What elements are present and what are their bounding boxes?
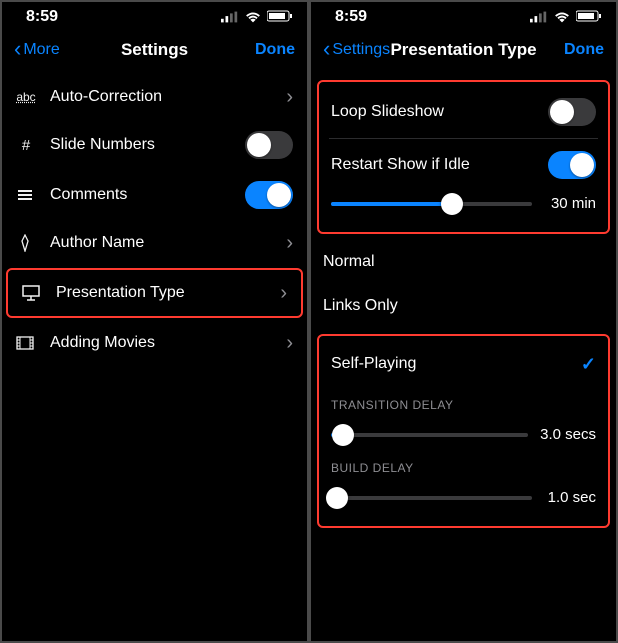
hash-icon: # — [16, 137, 36, 154]
type-normal[interactable]: Normal — [311, 240, 616, 284]
presentation-type-screen: 8:59 ‹ Settings Presentation Type Done L… — [311, 2, 616, 641]
row-label: Normal — [323, 253, 604, 271]
type-self-playing[interactable]: Self-Playing ✓ — [329, 344, 598, 388]
status-indicators — [530, 8, 602, 26]
transition-delay-label: TRANSITION DELAY — [329, 388, 598, 418]
row-auto-correction[interactable]: abc Auto-Correction › — [2, 74, 307, 120]
comments-icon — [16, 186, 36, 204]
row-label: Restart Show if Idle — [331, 156, 548, 174]
status-bar: 8:59 — [311, 2, 616, 30]
comments-toggle[interactable] — [245, 181, 293, 209]
restart-delay-slider-row: 30 min — [329, 187, 598, 220]
row-label: Auto-Correction — [50, 88, 272, 106]
row-label: Author Name — [50, 234, 272, 252]
transition-delay-value: 3.0 secs — [540, 426, 596, 443]
row-label: Adding Movies — [50, 334, 272, 352]
transition-delay-slider[interactable] — [331, 433, 528, 437]
back-button[interactable]: ‹ Settings — [323, 40, 390, 60]
chevron-left-icon: ‹ — [323, 38, 330, 60]
settings-list: abc Auto-Correction › # Slide Numbers Co… — [2, 74, 307, 366]
row-slide-numbers[interactable]: # Slide Numbers — [2, 120, 307, 170]
row-presentation-type[interactable]: Presentation Type › — [8, 270, 301, 316]
row-restart-idle[interactable]: Restart Show if Idle — [329, 143, 598, 187]
done-button[interactable]: Done — [564, 41, 604, 59]
transition-delay-slider-row: 3.0 secs — [329, 418, 598, 451]
signal-icon — [530, 8, 548, 26]
battery-icon — [267, 10, 293, 25]
settings-screen: 8:59 ‹ More Settings Done abc Auto-Corre… — [2, 2, 307, 641]
chevron-right-icon: › — [286, 333, 293, 353]
slide-numbers-toggle[interactable] — [245, 131, 293, 159]
signal-icon — [221, 8, 239, 26]
clock: 8:59 — [26, 8, 58, 26]
row-label: Loop Slideshow — [331, 103, 548, 121]
restart-idle-toggle[interactable] — [548, 151, 596, 179]
row-label: Slide Numbers — [50, 136, 231, 154]
build-delay-slider-row: 1.0 sec — [329, 481, 598, 514]
chevron-left-icon: ‹ — [14, 38, 21, 60]
row-label: Links Only — [323, 297, 604, 315]
battery-icon — [576, 10, 602, 25]
build-delay-label: BUILD DELAY — [329, 451, 598, 481]
restart-delay-slider[interactable] — [331, 202, 532, 206]
film-icon — [16, 334, 36, 352]
highlight-loop-restart: Loop Slideshow Restart Show if Idle 30 m… — [317, 80, 610, 234]
pen-icon — [16, 234, 36, 252]
row-comments[interactable]: Comments — [2, 170, 307, 220]
nav-bar: ‹ Settings Presentation Type Done — [311, 30, 616, 74]
abc-icon: abc — [16, 90, 36, 104]
nav-bar: ‹ More Settings Done — [2, 30, 307, 74]
back-label: More — [23, 41, 59, 59]
wifi-icon — [553, 8, 571, 26]
chevron-right-icon: › — [286, 233, 293, 253]
presentation-icon — [22, 284, 42, 302]
build-delay-slider[interactable] — [331, 496, 532, 500]
checkmark-icon: ✓ — [581, 354, 596, 375]
loop-toggle[interactable] — [548, 98, 596, 126]
highlight-presentation-type: Presentation Type › — [6, 268, 303, 318]
row-loop-slideshow[interactable]: Loop Slideshow — [329, 90, 598, 134]
row-label: Comments — [50, 186, 231, 204]
status-bar: 8:59 — [2, 2, 307, 30]
row-label: Presentation Type — [56, 284, 266, 302]
highlight-self-playing: Self-Playing ✓ TRANSITION DELAY 3.0 secs… — [317, 334, 610, 528]
status-indicators — [221, 8, 293, 26]
back-label: Settings — [332, 41, 390, 59]
done-button[interactable]: Done — [255, 41, 295, 59]
chevron-right-icon: › — [286, 87, 293, 107]
row-label: Self-Playing — [331, 355, 581, 373]
build-delay-value: 1.0 sec — [544, 489, 596, 506]
type-links-only[interactable]: Links Only — [311, 284, 616, 328]
wifi-icon — [244, 8, 262, 26]
clock: 8:59 — [335, 8, 367, 26]
back-button[interactable]: ‹ More — [14, 40, 60, 60]
chevron-right-icon: › — [280, 283, 287, 303]
restart-delay-value: 30 min — [544, 195, 596, 212]
row-adding-movies[interactable]: Adding Movies › — [2, 320, 307, 366]
row-author-name[interactable]: Author Name › — [2, 220, 307, 266]
